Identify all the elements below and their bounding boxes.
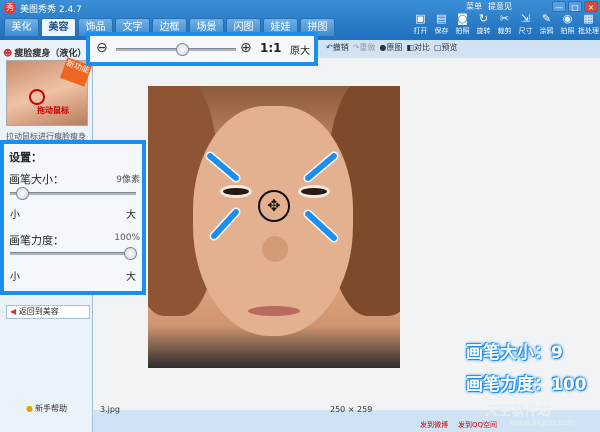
preview-icon: ▢ [433, 43, 442, 52]
toolbar-button-5[interactable]: ⇲ 尺寸 [515, 12, 536, 38]
lightbulb-icon: ● [26, 404, 33, 413]
edit-tool-1[interactable]: ↷重做 [353, 42, 376, 53]
app-title: 美图秀秀 2.4.7 [20, 5, 82, 15]
edit-tool-4[interactable]: ▢预览 [434, 42, 458, 53]
batch-icon: ▦ [583, 12, 594, 25]
toolbar-button-label: 保存 [434, 27, 449, 35]
brush-size-range: 小 大 [10, 206, 136, 221]
beginner-help-link[interactable]: ● 新手帮助 [26, 403, 67, 414]
edit-tool-3[interactable]: ◧对比 [406, 42, 430, 53]
save-icon: ▤ [436, 12, 447, 25]
zoom-out-icon[interactable]: ⊖ [96, 40, 108, 56]
status-filename: 3.jpg [100, 405, 121, 414]
toolbar-button-1[interactable]: ▤ 保存 [431, 12, 452, 38]
brush-size-label: 画笔大小： [9, 173, 64, 186]
share-links: 发到微博 发到QQ空间 [420, 420, 497, 430]
toolbar-button-label: 裁剪 [497, 27, 512, 35]
toolbar-button-label: 拍照 [560, 27, 575, 35]
share-weibo-link[interactable]: 发到微博 [420, 420, 448, 430]
tool-preview-image: 新功能 拖动鼠标 [6, 57, 92, 126]
annotation-brush-strength: 画笔力度：100 [466, 375, 587, 395]
tab-1[interactable]: 美容 [41, 18, 76, 36]
brush-strength-label: 画笔力度： [9, 234, 64, 247]
zoom-in-icon[interactable]: ⊕ [240, 40, 252, 56]
toolbar-button-0[interactable]: ▣ 打开 [410, 12, 431, 38]
settings-panel: 设置： 画笔大小： 9像素 小 大 画笔力度： 100% 小 大 [0, 140, 146, 295]
zoom-bar: ⊖ ⊕ 1:1 原大 [86, 32, 318, 66]
share-qzone-link[interactable]: 发到QQ空间 [458, 420, 497, 430]
zoom-slider-thumb[interactable] [176, 43, 189, 56]
toolbar-button-2[interactable]: ◙ 拍照 [452, 12, 473, 38]
zoom-ratio[interactable]: 1:1 [260, 41, 282, 55]
tool-title: ☻ 瘦脸瘦身（液化） [3, 49, 87, 59]
top-menu: 菜单 提意见 [466, 1, 512, 12]
zoom-label: 原大 [290, 46, 310, 57]
target-cursor-icon [29, 89, 45, 105]
toolbar-button-label: 拍照 [455, 27, 470, 35]
back-to-beauty-button[interactable]: ◀ 返回到美容 [6, 305, 90, 319]
toolbar-button-6[interactable]: ✎ 涂鸦 [536, 12, 557, 38]
brush-strength-value: 100% [114, 233, 140, 243]
preview-caption: 拖动鼠标 [37, 106, 69, 115]
brush-icon: ✎ [541, 12, 552, 25]
rotate-icon: ↻ [478, 12, 489, 25]
brush-size-min-label: 小 [10, 210, 20, 221]
open-icon: ▣ [415, 12, 426, 25]
window-controls: — □ × [552, 1, 598, 12]
back-arrow-icon: ◀ [10, 307, 19, 316]
app-logo-icon: 秀 [4, 2, 16, 14]
status-image-size: 250 × 259 [330, 405, 373, 414]
toolbar-button-4[interactable]: ✂ 裁剪 [494, 12, 515, 38]
brush-cursor-icon: ✥ [258, 190, 290, 222]
face-icon: ☻ [3, 49, 13, 59]
tab-0[interactable]: 美化 [4, 18, 39, 36]
annotation-brush-size: 画笔大小：9 [466, 343, 563, 363]
edit-tool-label: 重做 [359, 43, 376, 52]
zoom-slider[interactable] [116, 43, 236, 56]
minimize-button[interactable]: — [552, 1, 566, 12]
close-button[interactable]: × [584, 1, 598, 12]
resize-icon: ⇲ [520, 12, 531, 25]
brush-size-max-label: 大 [126, 210, 136, 221]
edit-tool-label: 原图 [386, 43, 403, 52]
toolbar-button-label: 批处理 [578, 27, 599, 35]
feedback-link[interactable]: 提意见 [488, 1, 512, 12]
toolbar-button-label: 旋转 [476, 27, 491, 35]
edit-tool-label: 预览 [441, 43, 458, 52]
toolbar-button-7[interactable]: ◉ 拍照 [557, 12, 578, 38]
toolbar-button-label: 打开 [413, 27, 428, 35]
main-toolbar: ▣ 打开 ▤ 保存 ◙ 拍照 ↻ 旋转 ✂ 裁剪 ⇲ 尺寸 ✎ 涂鸦 ◉ 拍照 ▦ 批处理 [410, 12, 600, 38]
toolbar-button-label: 尺寸 [518, 27, 533, 35]
menu-link[interactable]: 菜单 [466, 1, 482, 12]
toolbar-button-8[interactable]: ▦ 批处理 [578, 12, 599, 38]
direction-arrows [205, 151, 339, 243]
brush-size-slider-thumb[interactable] [16, 187, 29, 200]
compare-icon: ◧ [406, 43, 414, 52]
edit-tool-label: 对比 [413, 43, 430, 52]
watermark-url: www.Skycn.com [510, 418, 576, 427]
brush-size-value: 9像素 [116, 175, 140, 185]
camera-icon: ◙ [457, 12, 468, 25]
brush-strength-slider-thumb[interactable] [124, 247, 137, 260]
edit-toolbar: ↶撤销 ↷重做 ●原图 ◧对比 ▢预览 [326, 42, 458, 53]
brush-size-slider[interactable] [10, 187, 136, 200]
edit-tool-0[interactable]: ↶撤销 [326, 42, 349, 53]
brush-strength-max-label: 大 [126, 272, 136, 283]
watermark: 天空软件站 [485, 404, 551, 419]
brush-strength-slider[interactable] [10, 247, 137, 260]
brush-strength-range: 小 大 [10, 268, 136, 283]
snapshot-icon: ◉ [562, 12, 573, 25]
undo-icon: ↶ [326, 43, 333, 52]
brush-strength-min-label: 小 [10, 272, 20, 283]
toolbar-button-label: 涂鸦 [539, 27, 554, 35]
toolbar-button-3[interactable]: ↻ 旋转 [473, 12, 494, 38]
crop-icon: ✂ [499, 12, 510, 25]
maximize-button[interactable]: □ [568, 1, 582, 12]
edit-tool-2[interactable]: ●原图 [379, 42, 402, 53]
edit-tool-label: 撤销 [332, 43, 349, 52]
photo-canvas[interactable]: ✥ [148, 86, 400, 368]
settings-title: 设置： [9, 151, 42, 164]
